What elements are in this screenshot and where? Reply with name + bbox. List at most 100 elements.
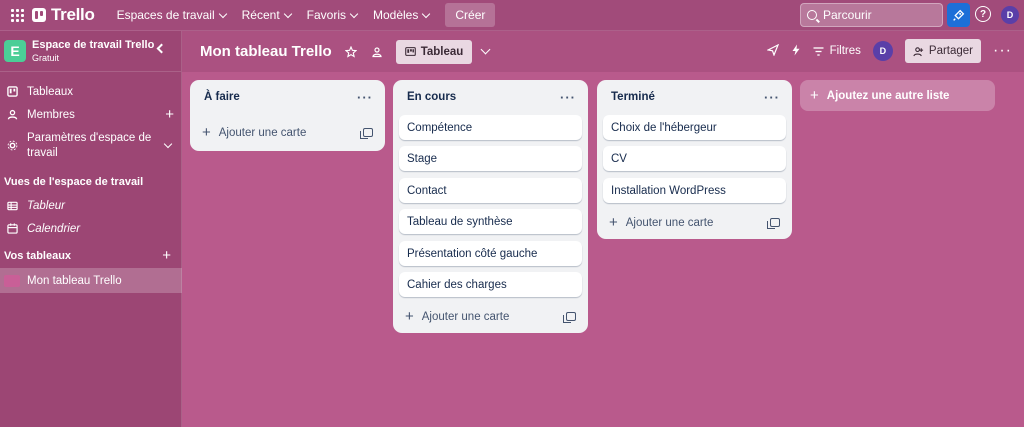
send-icon[interactable] bbox=[765, 43, 779, 59]
list-header: En cours ··· bbox=[393, 80, 588, 114]
list-title[interactable]: En cours bbox=[407, 91, 456, 103]
sidebar-item-label: Tableur bbox=[27, 199, 65, 212]
people-icon[interactable] bbox=[370, 45, 384, 59]
add-list-button[interactable]: + Ajoutez une autre liste bbox=[800, 80, 995, 111]
workspace-badge: E bbox=[4, 40, 26, 62]
template-icon[interactable] bbox=[360, 128, 373, 139]
nav-starred-menu[interactable]: Favoris bbox=[299, 3, 365, 27]
lightning-icon[interactable] bbox=[791, 44, 801, 59]
add-list-label: Ajoutez une autre liste bbox=[826, 89, 950, 102]
sidebar-item-label: Paramètres d'espace de travail bbox=[27, 132, 152, 159]
list-title[interactable]: Terminé bbox=[611, 91, 655, 103]
card[interactable]: Contact bbox=[399, 178, 582, 203]
sidebar-item-boards[interactable]: Tableaux bbox=[0, 85, 182, 98]
search-input[interactable] bbox=[823, 8, 933, 22]
nav-templates-label: Modèles bbox=[373, 8, 419, 22]
board-icon bbox=[6, 85, 19, 98]
share-user-icon bbox=[913, 46, 923, 56]
apps-grid-icon[interactable] bbox=[4, 0, 30, 31]
chevron-down-icon[interactable] bbox=[480, 44, 491, 55]
sidebar-item-settings[interactable]: Paramètres d'espace de travail bbox=[0, 131, 182, 161]
settings-icon bbox=[6, 139, 19, 152]
nav-recent-label: Récent bbox=[241, 8, 280, 22]
table-icon bbox=[6, 199, 19, 212]
trello-logo-icon bbox=[32, 8, 46, 22]
avatar[interactable]: D bbox=[1001, 6, 1019, 24]
workspace-plan: Gratuit bbox=[32, 52, 60, 63]
sidebar-item-label: Tableaux bbox=[27, 85, 74, 98]
your-boards-title: Vos tableaux bbox=[4, 250, 72, 262]
nav-templates-menu[interactable]: Modèles bbox=[365, 3, 437, 27]
add-card-button[interactable]: + Ajouter une carte bbox=[609, 214, 780, 231]
board-title[interactable]: Mon tableau Trello bbox=[200, 43, 332, 60]
search-box[interactable] bbox=[800, 3, 943, 27]
add-card-button[interactable]: + Ajouter une carte bbox=[405, 308, 576, 325]
board-view-button[interactable]: Tableau bbox=[395, 39, 473, 64]
card[interactable]: Compétence bbox=[399, 115, 582, 140]
filters-button[interactable]: Filtres bbox=[813, 45, 861, 57]
nav-starred-label: Favoris bbox=[306, 8, 346, 22]
add-member-icon[interactable]: + bbox=[165, 106, 174, 123]
nav-recent-menu[interactable]: Récent bbox=[234, 3, 299, 27]
member-icon bbox=[6, 108, 19, 121]
more-icon[interactable]: ··· bbox=[560, 90, 576, 105]
trello-logo[interactable]: Trello bbox=[32, 5, 95, 25]
sidebar-item-members[interactable]: Membres + bbox=[0, 106, 182, 123]
notifications-button[interactable] bbox=[947, 3, 970, 27]
list-header: À faire ··· bbox=[190, 80, 385, 114]
card[interactable]: Stage bbox=[399, 146, 582, 171]
chevron-down-icon bbox=[218, 9, 227, 18]
chevron-down-icon bbox=[283, 9, 292, 18]
card[interactable]: Installation WordPress bbox=[603, 178, 786, 203]
card[interactable]: Présentation côté gauche bbox=[399, 241, 582, 266]
list-done: Terminé ··· Choix de l'hébergeur CV Inst… bbox=[597, 80, 792, 239]
board-header: Mon tableau Trello Tableau Filtres D Par… bbox=[182, 31, 1024, 72]
add-card-label: Ajouter une carte bbox=[218, 126, 307, 139]
plus-icon: + bbox=[202, 124, 211, 141]
add-card-button[interactable]: + Ajouter une carte bbox=[202, 124, 373, 141]
filters-label: Filtres bbox=[829, 45, 861, 57]
more-icon[interactable]: ··· bbox=[764, 90, 780, 105]
workspace-name: Espace de travail Trello bbox=[32, 38, 155, 51]
board-view-label: Tableau bbox=[420, 45, 464, 58]
logo-text: Trello bbox=[51, 5, 95, 24]
workspace-views-title: Vues de l'espace de travail bbox=[4, 176, 144, 188]
avatar[interactable]: D bbox=[872, 41, 893, 61]
chevron-down-icon[interactable] bbox=[163, 139, 173, 149]
template-icon[interactable] bbox=[563, 312, 576, 323]
add-card-label: Ajouter une carte bbox=[625, 216, 714, 229]
add-board-icon[interactable]: + bbox=[162, 247, 171, 264]
filter-icon bbox=[813, 46, 824, 56]
list-in-progress: En cours ··· Compétence Stage Contact Ta… bbox=[393, 80, 588, 333]
card[interactable]: Choix de l'hébergeur bbox=[603, 115, 786, 140]
top-navigation-bar: Trello Espaces de travail Récent Favoris… bbox=[0, 0, 1024, 31]
share-button[interactable]: Partager bbox=[904, 39, 982, 63]
create-button[interactable]: Créer bbox=[445, 3, 496, 27]
share-label: Partager bbox=[928, 45, 974, 57]
sidebar-item-label: Calendrier bbox=[27, 222, 81, 235]
plus-icon: + bbox=[810, 87, 819, 104]
star-icon[interactable] bbox=[344, 45, 358, 59]
nav-workspaces-menu[interactable]: Espaces de travail bbox=[109, 3, 234, 27]
more-icon[interactable]: ··· bbox=[993, 43, 1012, 59]
calendar-icon bbox=[6, 222, 19, 235]
sidebar-item-calendar[interactable]: Calendrier bbox=[0, 222, 182, 235]
help-icon[interactable]: ? bbox=[975, 6, 991, 22]
card[interactable]: Tableau de synthèse bbox=[399, 209, 582, 234]
workspace-header: E Espace de travail Trello Gratuit bbox=[0, 31, 181, 72]
plus-icon: + bbox=[609, 214, 618, 231]
card[interactable]: CV bbox=[603, 146, 786, 171]
board-icon bbox=[404, 47, 416, 56]
sidebar-item-table[interactable]: Tableur bbox=[0, 199, 182, 212]
sidebar-board-item[interactable]: Mon tableau Trello bbox=[0, 268, 182, 293]
template-icon[interactable] bbox=[767, 218, 780, 229]
more-icon[interactable]: ··· bbox=[357, 90, 373, 105]
list-title[interactable]: À faire bbox=[204, 91, 240, 103]
rocket-icon bbox=[953, 9, 965, 21]
sidebar-board-label: Mon tableau Trello bbox=[27, 274, 122, 287]
card[interactable]: Cahier des charges bbox=[399, 272, 582, 297]
collapse-sidebar-icon[interactable] bbox=[156, 43, 167, 54]
board-header-actions: Filtres D Partager ··· bbox=[765, 39, 1012, 63]
nav-workspaces-label: Espaces de travail bbox=[116, 8, 215, 22]
sidebar-item-label: Membres bbox=[27, 108, 75, 121]
